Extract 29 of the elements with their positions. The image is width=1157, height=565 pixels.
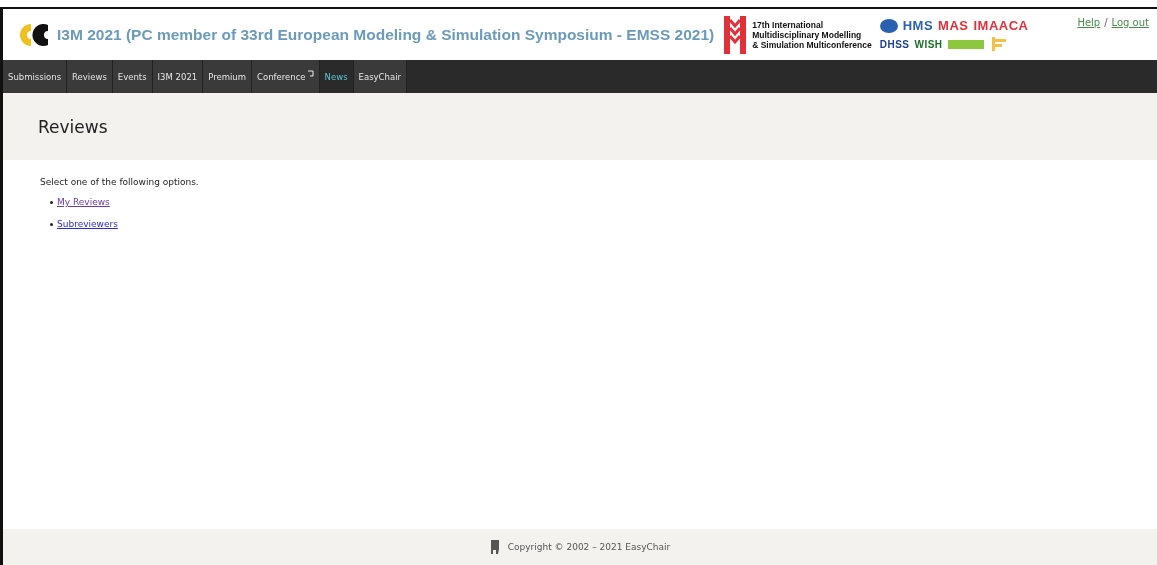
nav-tab[interactable]: I3M 2021: [152, 60, 204, 93]
page-title: Reviews: [38, 116, 108, 137]
logout-link[interactable]: Log out: [1111, 17, 1149, 28]
bullet-icon: [50, 222, 53, 226]
nav-tab[interactable]: Conference: [252, 60, 320, 93]
partner-logo: WISH: [914, 38, 943, 50]
conference-logo-text: 17th International Multidisciplinary Modelling & Simulation Multiconference: [752, 19, 872, 50]
option-link[interactable]: Subreviewers: [57, 219, 118, 229]
external-link-icon: [306, 69, 314, 78]
partner-logo: HMS: [902, 18, 934, 33]
link-separator: /: [1104, 17, 1108, 28]
help-link[interactable]: Help: [1077, 17, 1101, 28]
circle-logo-icon: [879, 18, 898, 33]
nav-tab[interactable]: Events: [112, 60, 153, 93]
nav-tab[interactable]: Submissions: [3, 60, 68, 93]
conference-logo-mark: [724, 15, 747, 54]
nav-tab[interactable]: Reviews: [67, 60, 113, 93]
partner-logo: DHSS: [879, 38, 910, 50]
copyright-text: Copyright © 2002 – 2021 EasyChair: [507, 542, 671, 552]
easychair-logo: [17, 21, 51, 48]
conference-title: I3M 2021 (PC member of 33rd European Modeling & Simulation Symposium - EMSS 2021): [57, 25, 715, 44]
intro-text: Select one of the following options.: [40, 177, 200, 187]
nav-tab[interactable]: Premium: [203, 60, 253, 93]
partner-logo: IMAACA: [973, 18, 1029, 33]
nav-tab[interactable]: EasyChair: [353, 60, 407, 93]
option-link[interactable]: My Reviews: [57, 197, 110, 207]
partner-logo: MAS: [938, 18, 969, 33]
bullet-icon: [50, 200, 53, 204]
chair-icon: [489, 540, 500, 554]
